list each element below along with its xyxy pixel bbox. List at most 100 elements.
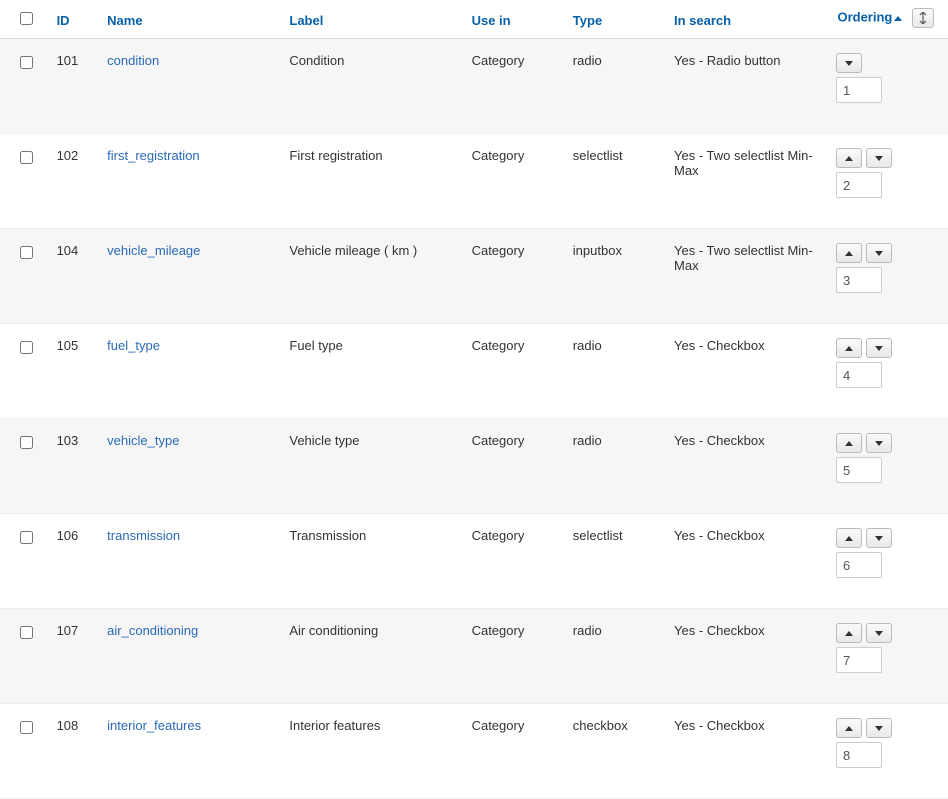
row-name-link[interactable]: first_registration [107, 148, 199, 163]
order-input[interactable] [836, 77, 882, 103]
row-name-link[interactable]: fuel_type [107, 338, 160, 353]
move-down-button[interactable] [836, 53, 862, 73]
row-name-link[interactable]: interior_features [107, 718, 201, 733]
chevron-up-icon [845, 631, 853, 636]
col-ordering[interactable]: Ordering [837, 9, 892, 24]
row-label: Interior features [279, 704, 461, 799]
chevron-down-icon [875, 346, 883, 351]
chevron-up-icon [845, 251, 853, 256]
row-checkbox[interactable] [20, 531, 33, 544]
select-all-checkbox[interactable] [20, 12, 33, 25]
chevron-up-icon [845, 156, 853, 161]
table-row: 107 air_conditioning Air conditioningCateg… [0, 609, 948, 704]
row-id: 106 [47, 514, 98, 609]
row-in-search: Yes - Checkbox [664, 609, 826, 704]
order-input[interactable] [836, 647, 882, 673]
row-in-search: Yes - Checkbox [664, 514, 826, 609]
order-input[interactable] [836, 362, 882, 388]
row-in-search: Yes - Checkbox [664, 324, 826, 419]
row-type: checkbox [563, 704, 664, 799]
row-checkbox[interactable] [20, 56, 33, 69]
row-use-in: Category [462, 229, 563, 324]
chevron-down-icon [875, 631, 883, 636]
row-checkbox[interactable] [20, 626, 33, 639]
order-input[interactable] [836, 552, 882, 578]
row-use-in: Category [462, 134, 563, 229]
row-type: selectlist [563, 514, 664, 609]
row-label: Air conditioning [279, 609, 461, 704]
chevron-down-icon [875, 536, 883, 541]
table-row: 105fuel_typeFuel typeCategoryradioYes - … [0, 324, 948, 419]
order-input[interactable] [836, 742, 882, 768]
row-label: Vehicle type [279, 419, 461, 514]
row-type: inputbox [563, 229, 664, 324]
col-label[interactable]: Label [279, 0, 461, 39]
chevron-down-icon [875, 156, 883, 161]
col-name[interactable]: Name [97, 0, 279, 39]
col-id[interactable]: ID [47, 0, 98, 39]
row-id: 107 [47, 609, 98, 704]
col-use-in[interactable]: Use in [462, 0, 563, 39]
move-up-button[interactable] [836, 718, 862, 738]
chevron-down-icon [875, 251, 883, 256]
row-id: 104 [47, 229, 98, 324]
order-input[interactable] [836, 172, 882, 198]
row-type: radio [563, 419, 664, 514]
row-in-search: Yes - Checkbox [664, 704, 826, 799]
save-order-button[interactable] [912, 8, 934, 28]
move-up-button[interactable] [836, 338, 862, 358]
chevron-down-icon [875, 441, 883, 446]
row-id: 101 [47, 39, 98, 134]
move-up-button[interactable] [836, 623, 862, 643]
row-label: Fuel type [279, 324, 461, 419]
move-up-button[interactable] [836, 528, 862, 548]
row-checkbox[interactable] [20, 341, 33, 354]
row-in-search: Yes - Two selectlist Min-Max [664, 134, 826, 229]
chevron-up-icon [845, 441, 853, 446]
chevron-up-icon [845, 726, 853, 731]
table-row: 103vehicle_typeVehicle typeCategoryradio… [0, 419, 948, 514]
row-checkbox[interactable] [20, 246, 33, 259]
row-checkbox[interactable] [20, 151, 33, 164]
move-up-button[interactable] [836, 433, 862, 453]
move-down-button[interactable] [866, 718, 892, 738]
row-name-link[interactable]: air_conditioning [107, 623, 198, 638]
row-name-link[interactable]: condition [107, 53, 159, 68]
table-row: 108 interior_features Interior featuresCat… [0, 704, 948, 799]
row-checkbox[interactable] [20, 721, 33, 734]
row-use-in: Category [462, 324, 563, 419]
order-input[interactable] [836, 267, 882, 293]
order-input[interactable] [836, 457, 882, 483]
move-down-button[interactable] [866, 148, 892, 168]
row-in-search: Yes - Two selectlist Min-Max [664, 229, 826, 324]
row-use-in: Category [462, 704, 563, 799]
row-use-in: Category [462, 514, 563, 609]
chevron-up-icon [845, 536, 853, 541]
table-row: 104vehicle_mileageVehicle mileage ( km )… [0, 229, 948, 324]
table-row: 106transmissionTransmissionCategoryselec… [0, 514, 948, 609]
table-row: 101conditionConditionCategoryradioYes - … [0, 39, 948, 134]
row-use-in: Category [462, 39, 563, 134]
sort-asc-icon [894, 16, 902, 21]
col-type[interactable]: Type [563, 0, 664, 39]
move-down-button[interactable] [866, 623, 892, 643]
row-checkbox[interactable] [20, 436, 33, 449]
row-label: Condition [279, 39, 461, 134]
row-name-link[interactable]: vehicle_type [107, 433, 179, 448]
row-in-search: Yes - Radio button [664, 39, 826, 134]
row-type: radio [563, 609, 664, 704]
row-use-in: Category [462, 419, 563, 514]
row-type: radio [563, 324, 664, 419]
row-use-in: Category [462, 609, 563, 704]
row-name-link[interactable]: transmission [107, 528, 180, 543]
col-in-search[interactable]: In search [664, 0, 826, 39]
row-id: 108 [47, 704, 98, 799]
move-up-button[interactable] [836, 243, 862, 263]
row-name-link[interactable]: vehicle_mileage [107, 243, 200, 258]
move-up-button[interactable] [836, 148, 862, 168]
move-down-button[interactable] [866, 433, 892, 453]
move-down-button[interactable] [866, 338, 892, 358]
move-down-button[interactable] [866, 243, 892, 263]
move-down-button[interactable] [866, 528, 892, 548]
row-in-search: Yes - Checkbox [664, 419, 826, 514]
